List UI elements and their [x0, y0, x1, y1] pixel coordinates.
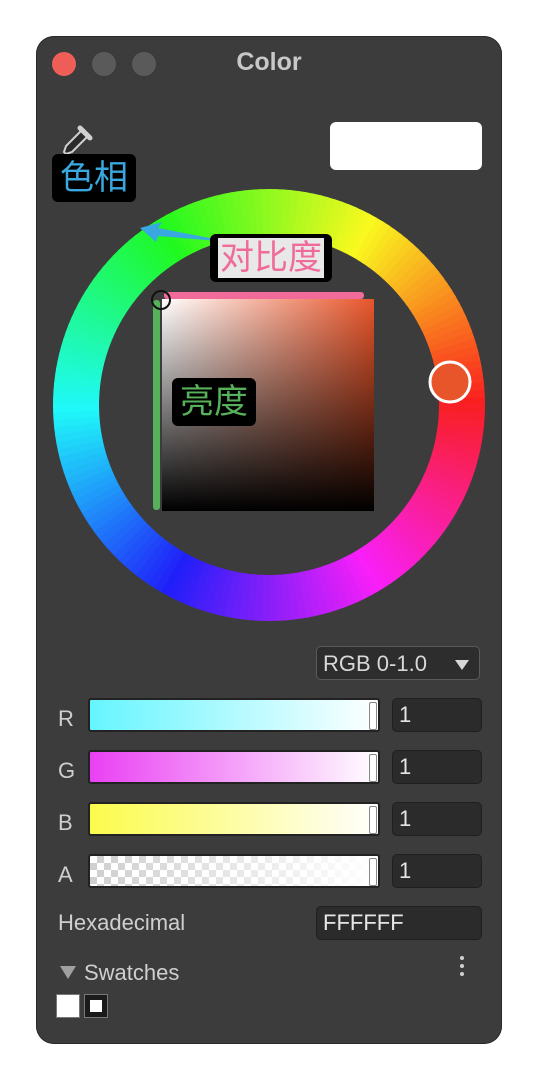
contrast-indicator — [164, 292, 364, 299]
channel-g-field[interactable]: 1 — [392, 750, 482, 784]
swatch-list — [56, 994, 108, 1018]
hue-handle[interactable] — [428, 360, 472, 404]
color-picker-window: Color 色相 对比度 亮度 RGB 0-1.0 R 1 G 1 B 1 A … — [36, 36, 502, 1044]
color-mode-value: RGB 0-1.0 — [323, 651, 427, 676]
channel-b-slider[interactable] — [88, 802, 380, 836]
chevron-down-icon — [455, 660, 469, 670]
color-preview-swatch — [330, 122, 482, 170]
add-swatch-button[interactable] — [84, 994, 108, 1018]
annotation-contrast: 对比度 — [210, 234, 332, 282]
channel-a-field[interactable]: 1 — [392, 854, 482, 888]
slider-knob[interactable] — [369, 754, 377, 782]
channel-g-slider[interactable] — [88, 750, 380, 784]
slider-knob[interactable] — [369, 702, 377, 730]
swatches-label[interactable]: Swatches — [84, 960, 179, 986]
channel-b-field[interactable]: 1 — [392, 802, 482, 836]
channel-r-slider[interactable] — [88, 698, 380, 732]
channel-r-label: R — [58, 706, 74, 731]
slider-knob[interactable] — [369, 806, 377, 834]
color-mode-dropdown[interactable]: RGB 0-1.0 — [316, 646, 480, 680]
more-vertical-icon[interactable] — [456, 956, 468, 980]
brightness-indicator — [153, 300, 160, 510]
disclosure-triangle-icon[interactable] — [60, 966, 76, 979]
swatch-item[interactable] — [56, 994, 80, 1018]
window-title: Color — [236, 48, 302, 76]
hex-input[interactable]: FFFFFF — [316, 906, 482, 940]
channel-a-label: A — [58, 862, 73, 887]
hex-label: Hexadecimal — [58, 910, 186, 935]
annotation-hue: 色相 — [52, 154, 136, 202]
slider-knob[interactable] — [369, 858, 377, 886]
channel-a-slider[interactable] — [88, 854, 380, 888]
channel-g-label: G — [58, 758, 76, 783]
channel-r-field[interactable]: 1 — [392, 698, 482, 732]
channel-b-label: B — [58, 810, 73, 835]
annotation-brightness: 亮度 — [172, 378, 256, 426]
